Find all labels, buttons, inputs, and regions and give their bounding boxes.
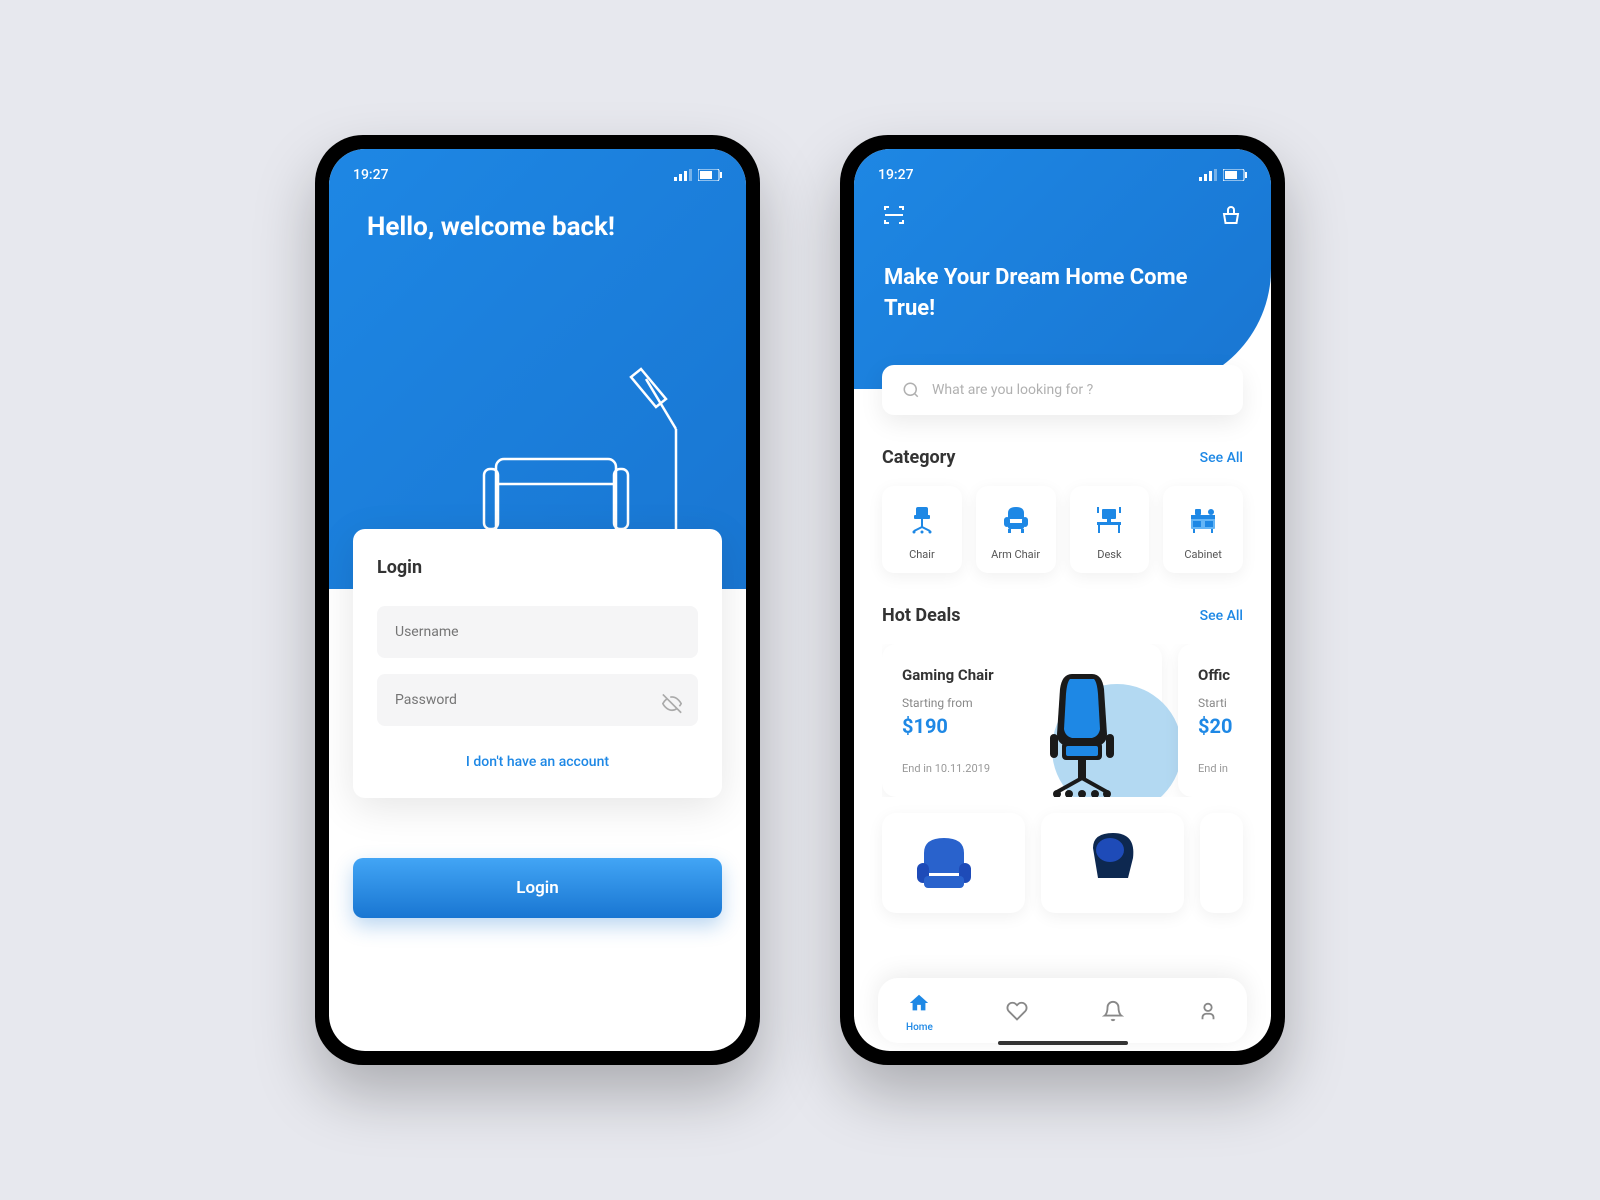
- product-card[interactable]: [1200, 813, 1243, 913]
- bell-icon: [1102, 1000, 1124, 1026]
- category-title: Category: [882, 447, 955, 468]
- home-title: Make Your Dream Home Come True!: [854, 243, 1271, 345]
- heart-icon: [1006, 1000, 1028, 1026]
- product-row: [854, 813, 1271, 913]
- login-greeting: Hello, welcome back!: [329, 191, 746, 265]
- username-input[interactable]: [377, 606, 698, 658]
- gaming-chair-image: [1022, 664, 1152, 797]
- signal-icon: [674, 169, 692, 181]
- product-card[interactable]: [882, 813, 1025, 913]
- battery-icon: [698, 169, 722, 181]
- login-header: 19:27 Hello, welcome back!: [329, 149, 746, 589]
- status-icons: [1199, 169, 1247, 181]
- category-label: Arm Chair: [991, 548, 1040, 561]
- home-header: 19:27 Make Your Dream Home Come True!: [854, 149, 1271, 389]
- category-desk[interactable]: Desk: [1070, 486, 1150, 573]
- category-see-all[interactable]: See All: [1200, 450, 1243, 466]
- deal-price: $20: [1198, 714, 1243, 738]
- nav-profile[interactable]: [1197, 1000, 1219, 1026]
- cabinet-icon: [1184, 500, 1222, 538]
- nav-home-label: Home: [906, 1022, 933, 1033]
- user-icon: [1197, 1000, 1219, 1026]
- search-box[interactable]: [882, 365, 1243, 415]
- home-topbar: [854, 191, 1271, 243]
- chair-icon: [1068, 828, 1158, 898]
- login-screen: 19:27 Hello, welcome back!: [329, 149, 746, 1051]
- category-armchair[interactable]: Arm Chair: [976, 486, 1056, 573]
- armchair-icon: [997, 500, 1035, 538]
- home-screen: 19:27 Make Your Dream Home Come True!: [854, 149, 1271, 1051]
- chair-icon: [903, 500, 941, 538]
- desk-icon: [1090, 500, 1128, 538]
- scan-icon[interactable]: [882, 203, 906, 231]
- basket-icon[interactable]: [1219, 203, 1243, 231]
- category-label: Cabinet: [1184, 548, 1222, 561]
- category-section: Category See All Chair Arm Chair: [854, 447, 1271, 573]
- eye-off-icon[interactable]: [662, 694, 682, 718]
- bottom-nav: Home: [878, 978, 1247, 1043]
- deal-card-office[interactable]: Offic Starti $20 End in: [1178, 644, 1243, 797]
- category-cabinet[interactable]: Cabinet: [1163, 486, 1243, 573]
- nav-notifications[interactable]: [1102, 1000, 1124, 1026]
- password-input[interactable]: [377, 674, 698, 726]
- login-card-title: Login: [377, 557, 698, 578]
- deals-see-all[interactable]: See All: [1200, 608, 1243, 624]
- phone-frame-home: 19:27 Make Your Dream Home Come True!: [840, 135, 1285, 1065]
- category-label: Desk: [1097, 548, 1121, 561]
- status-bar: 19:27: [854, 149, 1271, 191]
- deal-end: End in: [1198, 762, 1243, 775]
- category-label: Chair: [909, 548, 935, 561]
- nav-home[interactable]: Home: [906, 992, 933, 1033]
- deals-section: Hot Deals See All Gaming Chair Starting …: [854, 605, 1271, 797]
- login-card: Login I don't have an account: [353, 529, 722, 798]
- status-icons: [674, 169, 722, 181]
- search-input[interactable]: [932, 382, 1223, 398]
- home-icon: [908, 992, 930, 1018]
- signal-icon: [1199, 169, 1217, 181]
- battery-icon: [1223, 169, 1247, 181]
- status-time: 19:27: [353, 167, 389, 183]
- login-button[interactable]: Login: [353, 858, 722, 918]
- phone-frame-login: 19:27 Hello, welcome back!: [315, 135, 760, 1065]
- nav-favorites[interactable]: [1006, 1000, 1028, 1026]
- deal-title: Offic: [1198, 666, 1243, 684]
- home-indicator: [998, 1041, 1128, 1045]
- no-account-link[interactable]: I don't have an account: [377, 754, 698, 770]
- search-icon: [902, 381, 920, 399]
- category-chair[interactable]: Chair: [882, 486, 962, 573]
- deal-sub: Starti: [1198, 696, 1243, 710]
- product-card[interactable]: [1041, 813, 1184, 913]
- status-bar: 19:27: [329, 149, 746, 191]
- deals-title: Hot Deals: [882, 605, 961, 626]
- deal-card-gaming-chair[interactable]: Gaming Chair Starting from $190 End in 1…: [882, 644, 1162, 797]
- sofa-icon: [909, 828, 999, 898]
- status-time: 19:27: [878, 167, 914, 183]
